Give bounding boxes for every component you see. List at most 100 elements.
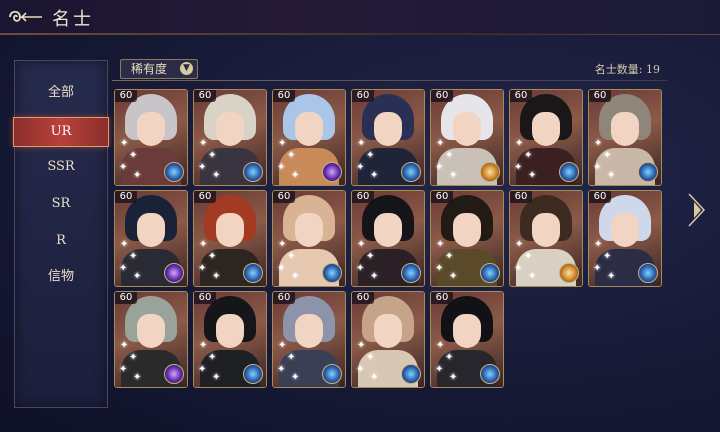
sparkle-icon: ✦ — [133, 271, 142, 282]
sidebar-item-sr[interactable]: SR — [15, 190, 107, 218]
title-divider — [0, 33, 720, 35]
sidebar-item-tokens[interactable]: 信物 — [15, 263, 107, 291]
sparkle-icon: ✦ — [277, 364, 286, 375]
rarity-filter-dropdown[interactable]: 稀有度 ▼ — [120, 59, 198, 79]
sparkle-icon: ✦ — [370, 372, 379, 383]
faction-emblem-icon — [322, 364, 342, 384]
sparkle-icon: ✦ — [278, 138, 287, 149]
filter-label: 稀有度 — [131, 62, 168, 76]
faction-emblem-icon — [164, 263, 184, 283]
hero-card[interactable]: 60 ✦ ✦ ✦ ✦ — [114, 291, 188, 388]
sparkle-icon: ✦ — [278, 340, 287, 351]
sparkle-icon: ✦ — [133, 372, 142, 383]
sparkle-icon: ✦ — [120, 239, 129, 250]
faction-emblem-icon — [243, 162, 263, 182]
hero-card[interactable]: 60 ✦ ✦ ✦ ✦ — [588, 190, 662, 287]
hero-card[interactable]: 60 ✦ ✦ ✦ ✦ — [588, 89, 662, 186]
sparkle-icon: ✦ — [436, 340, 445, 351]
level-badge: 60 — [431, 292, 453, 304]
hero-card[interactable]: 60 ✦ ✦ ✦ ✦ — [509, 89, 583, 186]
level-badge: 60 — [352, 191, 374, 203]
sparkle-icon: ✦ — [291, 372, 300, 383]
header-divider — [112, 80, 667, 81]
faction-emblem-icon — [559, 162, 579, 182]
sidebar-item-r[interactable]: R — [15, 227, 107, 255]
hero-card[interactable]: 60 ✦ ✦ ✦ ✦ — [272, 190, 346, 287]
faction-emblem-icon — [322, 162, 342, 182]
sparkle-icon: ✦ — [528, 271, 537, 282]
next-page-arrow-icon[interactable] — [686, 190, 708, 230]
level-badge: 60 — [273, 292, 295, 304]
portrait-face — [216, 112, 244, 146]
sparkle-icon: ✦ — [198, 162, 207, 173]
sparkle-icon: ✦ — [198, 263, 207, 274]
hero-card[interactable]: 60 ✦ ✦ ✦ ✦ — [430, 89, 504, 186]
sparkle-icon: ✦ — [199, 138, 208, 149]
sparkle-icon: ✦ — [445, 352, 454, 363]
sparkle-icon: ✦ — [449, 271, 458, 282]
sparkle-icon: ✦ — [357, 340, 366, 351]
portrait-face — [374, 314, 402, 348]
sparkle-icon: ✦ — [603, 150, 612, 161]
portrait-face — [374, 213, 402, 247]
faction-emblem-icon — [401, 364, 421, 384]
faction-emblem-icon — [164, 364, 184, 384]
hero-card[interactable]: 60 ✦ ✦ ✦ ✦ — [272, 89, 346, 186]
hero-card[interactable]: 60 ✦ ✦ ✦ ✦ — [509, 190, 583, 287]
hero-card[interactable]: 60 ✦ ✦ ✦ ✦ — [272, 291, 346, 388]
sidebar-item-ssr[interactable]: SSR — [15, 153, 107, 181]
sparkle-icon: ✦ — [291, 271, 300, 282]
sparkle-icon: ✦ — [120, 340, 129, 351]
sparkle-icon: ✦ — [208, 251, 217, 262]
sparkle-icon: ✦ — [515, 138, 524, 149]
sparkle-icon: ✦ — [594, 239, 603, 250]
level-badge: 60 — [431, 90, 453, 102]
sparkle-icon: ✦ — [287, 150, 296, 161]
level-badge: 60 — [115, 292, 137, 304]
level-badge: 60 — [352, 292, 374, 304]
portrait-face — [374, 112, 402, 146]
portrait-face — [453, 314, 481, 348]
sparkle-icon: ✦ — [212, 372, 221, 383]
rarity-sidebar: 全部 UR SSR SR R 信物 — [13, 60, 109, 408]
sparkle-icon: ✦ — [356, 364, 365, 375]
hero-card[interactable]: 60 ✦ ✦ ✦ ✦ — [193, 89, 267, 186]
level-badge: 60 — [352, 90, 374, 102]
sparkle-icon: ✦ — [593, 263, 602, 274]
portrait-face — [216, 314, 244, 348]
sidebar-item-all[interactable]: 全部 — [15, 79, 107, 107]
sparkle-icon: ✦ — [370, 170, 379, 181]
sidebar-item-ur[interactable]: UR — [13, 117, 109, 147]
sparkle-icon: ✦ — [277, 263, 286, 274]
hero-card[interactable]: 60 ✦ ✦ ✦ ✦ — [351, 291, 425, 388]
hero-card[interactable]: 60 ✦ ✦ ✦ ✦ — [351, 190, 425, 287]
sparkle-icon: ✦ — [370, 271, 379, 282]
hero-card[interactable]: 60 ✦ ✦ ✦ ✦ — [351, 89, 425, 186]
faction-emblem-icon — [164, 162, 184, 182]
sparkle-icon: ✦ — [603, 251, 612, 262]
sparkle-icon: ✦ — [356, 263, 365, 274]
hero-card[interactable]: 60 ✦ ✦ ✦ ✦ — [430, 291, 504, 388]
sparkle-icon: ✦ — [436, 239, 445, 250]
sparkle-icon: ✦ — [129, 352, 138, 363]
back-swirl-icon[interactable] — [6, 6, 46, 28]
sparkle-icon: ✦ — [357, 239, 366, 250]
portrait-face — [137, 213, 165, 247]
sparkle-icon: ✦ — [449, 170, 458, 181]
portrait-face — [532, 213, 560, 247]
level-badge: 60 — [194, 191, 216, 203]
level-badge: 60 — [510, 191, 532, 203]
level-badge: 60 — [194, 292, 216, 304]
hero-card[interactable]: 60 ✦ ✦ ✦ ✦ — [114, 89, 188, 186]
hero-card[interactable]: 60 ✦ ✦ ✦ ✦ — [430, 190, 504, 287]
faction-emblem-icon — [243, 364, 263, 384]
faction-emblem-icon — [638, 162, 658, 182]
portrait-face — [295, 213, 323, 247]
hero-card[interactable]: 60 ✦ ✦ ✦ ✦ — [193, 291, 267, 388]
hero-card[interactable]: 60 ✦ ✦ ✦ ✦ — [193, 190, 267, 287]
faction-emblem-icon — [401, 162, 421, 182]
hero-card[interactable]: 60 ✦ ✦ ✦ ✦ — [114, 190, 188, 287]
sparkle-icon: ✦ — [366, 150, 375, 161]
chevron-down-icon: ▼ — [180, 62, 193, 75]
sparkle-icon: ✦ — [287, 352, 296, 363]
